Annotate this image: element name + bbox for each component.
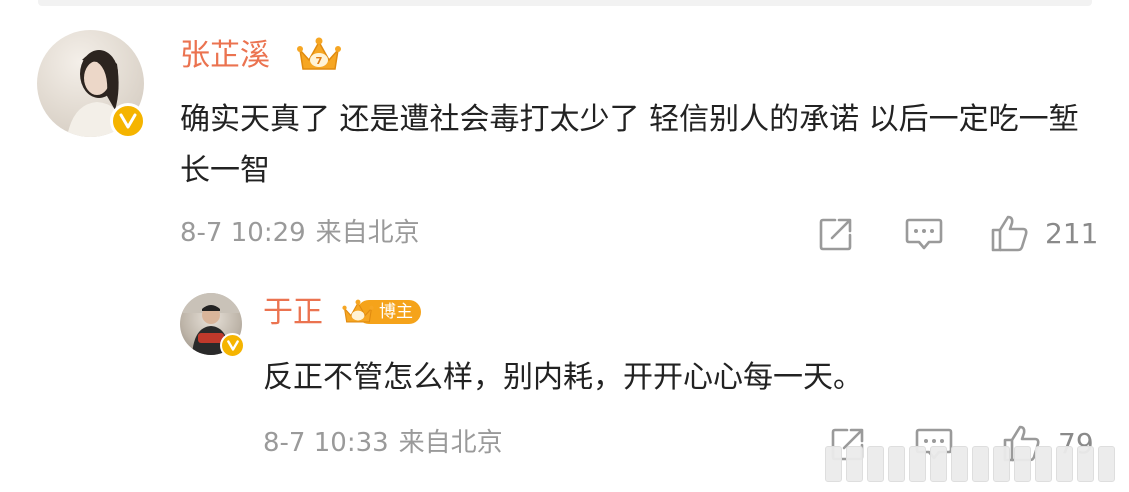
commenter-name[interactable]: 张芷溪 bbox=[180, 37, 270, 75]
previous-item-edge bbox=[38, 0, 1092, 6]
replier-name[interactable]: 于正 bbox=[263, 294, 323, 332]
crown-icon bbox=[342, 299, 374, 323]
reply-meta: 8-7 10:33 来自北京 bbox=[263, 426, 503, 460]
comment-time: 8-7 10:29 bbox=[180, 218, 306, 248]
reply-time: 8-7 10:33 bbox=[263, 428, 389, 458]
comment-icon[interactable] bbox=[905, 217, 943, 251]
blogger-badge: 博主 bbox=[341, 298, 421, 326]
verified-icon bbox=[220, 333, 245, 358]
comment-meta: 8-7 10:29 来自北京 bbox=[180, 216, 420, 250]
svg-text:7: 7 bbox=[316, 56, 323, 67]
replier-avatar[interactable] bbox=[180, 293, 245, 358]
verified-icon bbox=[110, 103, 146, 139]
like-icon[interactable] bbox=[990, 214, 1030, 252]
reply-text: 反正不管怎么样，别内耗，开开心心每一天。 bbox=[263, 360, 863, 395]
comment-location: 来自北京 bbox=[315, 218, 420, 248]
watermark-overlay bbox=[825, 446, 1115, 482]
commenter-avatar[interactable] bbox=[37, 30, 146, 139]
like-count: 211 bbox=[1045, 217, 1099, 250]
share-icon[interactable] bbox=[818, 216, 854, 252]
crown-icon: 7 bbox=[297, 37, 341, 70]
comment-text: 确实天真了 还是遭社会毒打太少了 轻信别人的承诺 以后一定吃一堑长一智 bbox=[180, 102, 1079, 188]
reply-location: 来自北京 bbox=[398, 428, 503, 458]
